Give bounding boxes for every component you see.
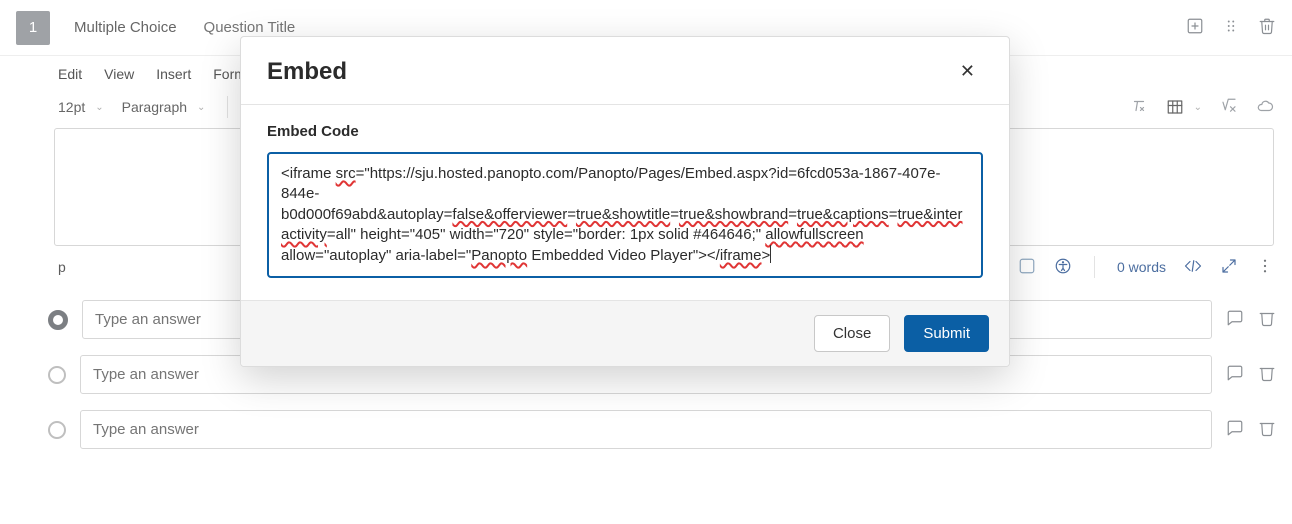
code-text: src — [336, 165, 356, 182]
submit-button[interactable]: Submit — [904, 315, 989, 352]
text-caret — [770, 245, 771, 263]
close-icon[interactable]: ✕ — [952, 57, 983, 86]
embed-code-label: Embed Code — [267, 123, 983, 140]
code-text: = — [788, 206, 797, 223]
code-text: > — [762, 247, 771, 264]
code-text: =all" height="405" width="720" style="bo… — [327, 226, 765, 243]
code-text: Embedded Video Player"></ — [527, 247, 720, 264]
modal-body: Embed Code <iframe src="https://sju.host… — [241, 105, 1009, 300]
modal-header: Embed ✕ — [241, 37, 1009, 104]
embed-modal: Embed ✕ Embed Code <iframe src="https://… — [240, 36, 1010, 367]
embed-code-textarea[interactable]: <iframe src="https://sju.hosted.panopto.… — [267, 152, 983, 278]
code-text: allow="autoplay" aria-label=" — [281, 247, 471, 264]
code-text: true&showbrand — [679, 206, 788, 223]
code-text: iframe — [720, 247, 762, 264]
modal-footer: Close Submit — [241, 300, 1009, 366]
code-text: true&captions — [797, 206, 889, 223]
code-text: true&showtitle — [576, 206, 670, 223]
modal-overlay: Embed ✕ Embed Code <iframe src="https://… — [0, 0, 1292, 524]
code-text: <iframe — [281, 165, 336, 182]
modal-title: Embed — [267, 58, 347, 86]
code-text: allowfullscreen — [765, 226, 863, 243]
code-text: = — [670, 206, 679, 223]
code-text: false&offerviewer — [452, 206, 567, 223]
close-button[interactable]: Close — [814, 315, 890, 352]
code-text: Panopto — [471, 247, 527, 264]
code-text: = — [567, 206, 576, 223]
